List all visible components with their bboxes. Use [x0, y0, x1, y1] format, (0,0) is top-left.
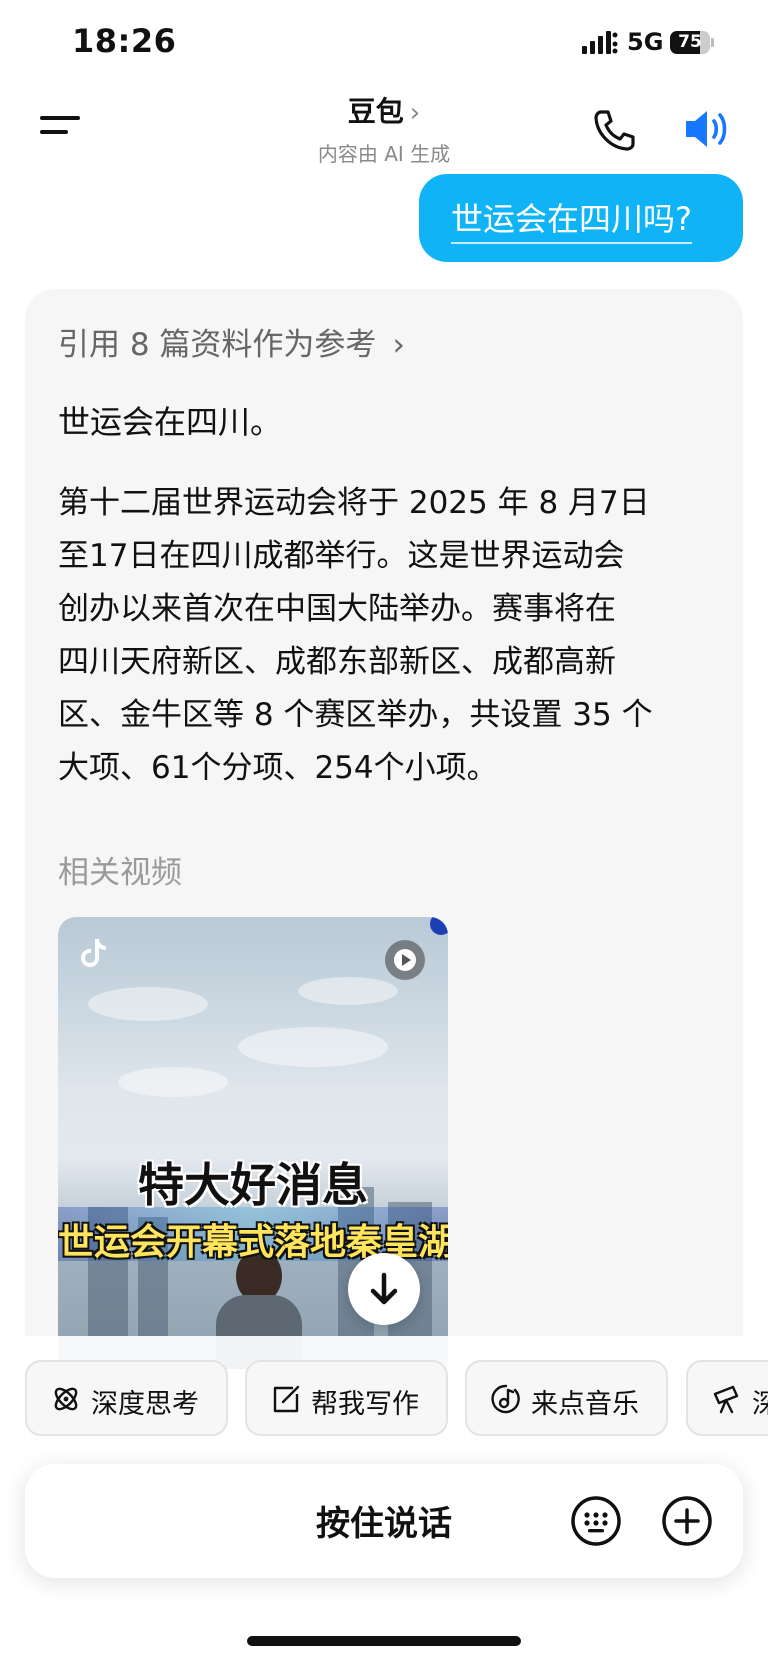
answer-line: 区、金牛区等 8 个赛区举办，共设置 35 个	[58, 697, 653, 733]
chip-music[interactable]: 来点音乐	[465, 1360, 668, 1436]
video-headline: 特大好消息	[138, 1158, 368, 1212]
user-message-bubble[interactable]: 世运会在四川吗?	[419, 174, 743, 262]
related-videos-label: 相关视频	[58, 855, 182, 891]
arrow-down-icon	[370, 1272, 398, 1305]
voice-input-bar[interactable]: 按住说话	[25, 1464, 743, 1578]
home-indicator	[247, 1636, 521, 1646]
status-bar: 18:26 5G 75	[0, 0, 768, 88]
answer-lead: 世运会在四川。	[58, 403, 283, 441]
bot-title: 豆包	[347, 95, 404, 128]
chat-header: 豆包 › 内容由 AI 生成	[0, 88, 768, 174]
references-label: 引用 8 篇资料作为参考	[58, 327, 377, 363]
tiktok-icon	[81, 939, 106, 967]
scroll-down-button[interactable]	[348, 1253, 420, 1325]
battery-label: 75	[678, 32, 702, 52]
chip-label: 帮我写作	[311, 1389, 419, 1420]
chip-help-write[interactable]: 帮我写作	[245, 1360, 448, 1436]
keyboard-icon[interactable]	[570, 1495, 622, 1547]
signal-icon	[582, 31, 618, 54]
speaker-icon[interactable]	[682, 106, 730, 152]
bot-title-button[interactable]: 豆包 › 内容由 AI 生成	[284, 90, 484, 166]
answer-body: 第十二届世界运动会将于 2025 年 8 月7日 至17日在四川成都举行。这是世…	[58, 477, 728, 795]
chip-label: 深度思考	[91, 1389, 199, 1420]
atom-icon	[54, 1387, 78, 1411]
ai-generated-note: 内容由 AI 生成	[317, 142, 451, 166]
answer-line: 第十二届世界运动会将于 2025 年 8 月7日	[58, 485, 650, 521]
phone-icon[interactable]	[592, 108, 636, 152]
video-corner-badge	[430, 917, 448, 935]
chip-deep-thinking[interactable]: 深度思考	[25, 1360, 228, 1436]
chip-label: 来点音乐	[531, 1389, 639, 1420]
network-label: 5G	[627, 28, 664, 56]
chevron-right-icon: ›	[409, 98, 421, 128]
edit-icon	[273, 1385, 300, 1413]
chip-explore[interactable]: 深	[686, 1360, 768, 1436]
music-icon	[491, 1384, 520, 1414]
status-time: 18:26	[72, 22, 177, 60]
plus-icon[interactable]	[661, 1495, 713, 1547]
battery-icon: 75	[670, 31, 714, 54]
answer-line: 四川天府新区、成都东部新区、成都高新	[58, 644, 616, 680]
play-icon[interactable]	[384, 939, 426, 981]
assistant-message-card: 引用 8 篇资料作为参考 › 世运会在四川。 第十二届世界运动会将于 2025 年…	[25, 289, 743, 1369]
chip-label: 深	[752, 1389, 768, 1420]
user-message-text: 世运会在四川吗?	[451, 194, 692, 244]
answer-line: 至17日在四川成都举行。这是世界运动会	[58, 538, 625, 574]
references-link[interactable]: 引用 8 篇资料作为参考 ›	[58, 319, 405, 364]
chevron-right-icon: ›	[392, 327, 405, 363]
hold-to-talk-button[interactable]: 按住说话	[25, 1496, 743, 1545]
menu-icon[interactable]	[40, 110, 84, 140]
quick-actions-bar: 深度思考 帮我写作 来点音乐 深	[0, 1336, 768, 1447]
answer-line: 创办以来首次在中国大陆举办。赛事将在	[58, 591, 616, 627]
answer-line: 大项、61个分项、254个小项。	[58, 750, 498, 786]
telescope-icon	[713, 1385, 739, 1414]
